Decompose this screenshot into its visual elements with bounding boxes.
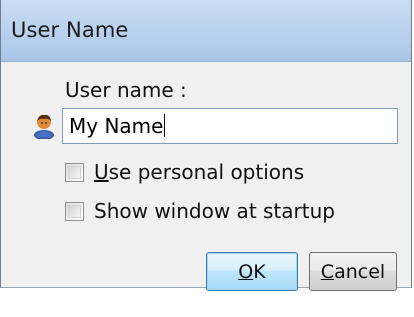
- use-personal-options-label-rest: se personal options: [108, 160, 305, 184]
- user-icon: [33, 113, 55, 140]
- user-name-dialog: User Name User name : My Name Use person…: [0, 0, 412, 291]
- ok-button-label-rest: K: [253, 260, 266, 283]
- cancel-button[interactable]: Cancel: [309, 252, 397, 291]
- use-personal-options-box[interactable]: [65, 162, 84, 182]
- ok-button-mnemonic: O: [238, 260, 254, 283]
- text-caret: [164, 114, 166, 137]
- user-name-input[interactable]: My Name: [62, 108, 398, 144]
- ok-button[interactable]: OK: [206, 252, 298, 291]
- use-personal-options-checkbox[interactable]: Use personal options: [65, 160, 304, 184]
- use-personal-options-label: Use personal options: [94, 160, 304, 184]
- user-name-label: User name :: [65, 78, 187, 102]
- window-title: User Name: [11, 18, 129, 42]
- cancel-button-label-rest: ancel: [334, 260, 386, 283]
- use-personal-options-mnemonic: U: [94, 160, 109, 184]
- show-window-at-startup-label: Show window at startup: [94, 199, 335, 223]
- show-window-at-startup-checkbox[interactable]: Show window at startup: [65, 199, 335, 223]
- title-bar[interactable]: User Name: [1, 0, 411, 62]
- show-window-at-startup-box[interactable]: [65, 201, 84, 221]
- cancel-button-mnemonic: C: [320, 260, 335, 283]
- user-name-input-value: My Name: [69, 114, 164, 138]
